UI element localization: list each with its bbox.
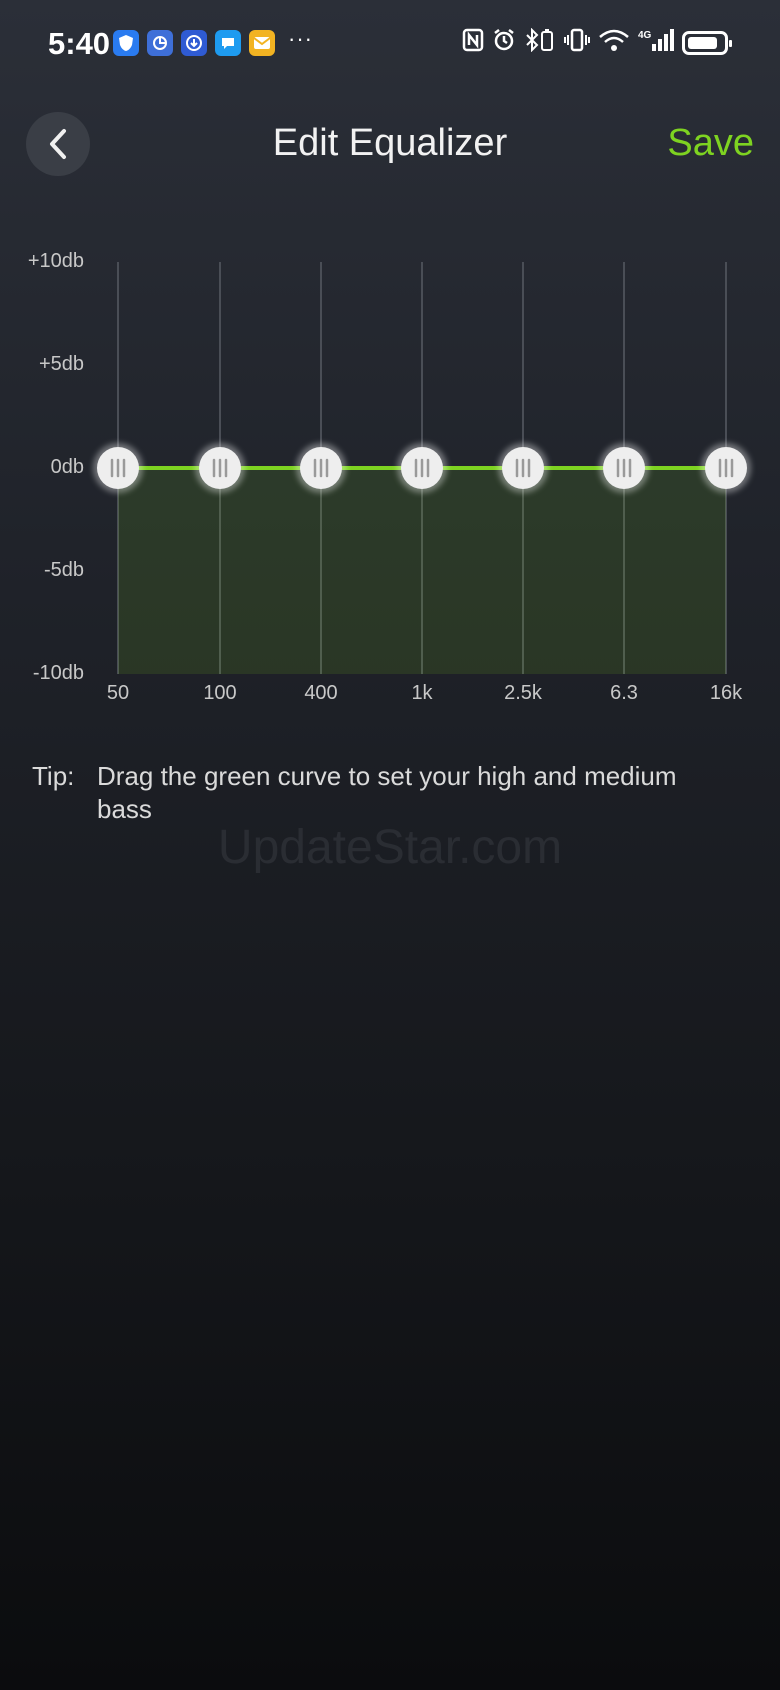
band-label: 400 <box>304 682 338 704</box>
vibrate-icon <box>564 28 590 58</box>
shield-app-icon <box>113 30 139 56</box>
bluetooth-battery-icon <box>524 27 556 58</box>
svg-text:4G: 4G <box>638 30 652 41</box>
alarm-icon <box>492 28 516 58</box>
save-button[interactable]: Save <box>667 122 754 165</box>
status-bar: 5:40 ··· 4G <box>0 0 780 88</box>
tip-text: Drag the green curve to set your high an… <box>97 761 677 824</box>
mail-app-icon <box>249 30 275 56</box>
band-label: 50 <box>106 682 130 704</box>
band-label: 2.5k <box>504 682 542 704</box>
band-label: 100 <box>203 682 237 704</box>
signal-icon: 4G <box>638 28 674 58</box>
watermark: UpdateStar.com <box>217 821 563 874</box>
equalizer-chart: +10db +5db 0db -5db -10db 50 100 400 1k 2.5k 6.3 1… <box>0 230 780 710</box>
status-time: 5:40 <box>48 26 111 61</box>
band-handle-6.3[interactable] <box>599 443 649 493</box>
tip-label: Tip: <box>32 761 75 791</box>
equalizer-svg <box>93 262 751 674</box>
band-label: 16k <box>709 682 743 704</box>
chat-app-icon <box>215 30 241 56</box>
wifi-icon <box>598 28 630 58</box>
band-handle-50[interactable] <box>93 443 143 493</box>
page-title: Edit Equalizer <box>272 122 508 164</box>
download-app-icon <box>181 30 207 56</box>
more-notifications-icon: ··· <box>288 26 313 51</box>
band-handle-2.5k[interactable] <box>498 443 548 493</box>
header: Edit Equalizer Save <box>0 100 780 190</box>
battery-icon <box>682 31 732 55</box>
nfc-icon <box>462 28 484 58</box>
band-label: 1k <box>411 682 433 704</box>
band-handle-1k[interactable] <box>397 443 447 493</box>
band-handle-16k[interactable] <box>701 443 751 493</box>
browser-app-icon <box>147 30 173 56</box>
band-handle-100[interactable] <box>195 443 245 493</box>
band-handle-400[interactable] <box>296 443 346 493</box>
system-icons: 4G <box>462 27 732 58</box>
notification-icons <box>113 30 275 56</box>
band-label: 6.3 <box>610 682 638 704</box>
curve-fill-area <box>118 468 726 674</box>
